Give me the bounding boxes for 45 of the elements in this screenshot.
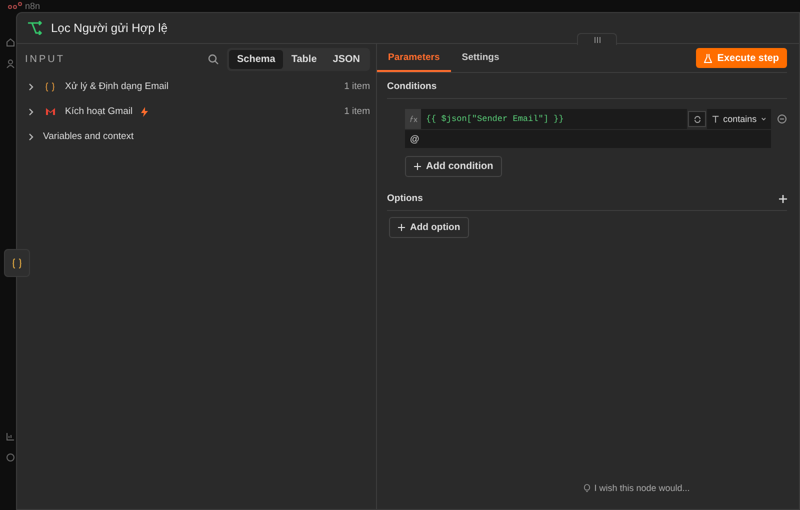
- panel-tab[interactable]: Parameters: [377, 44, 451, 72]
- help-icon[interactable]: [6, 453, 15, 462]
- logo-icon: [8, 2, 22, 10]
- braces-icon: [45, 82, 55, 92]
- feedback-link[interactable]: I wish this node would...: [594, 483, 690, 493]
- add-option-button[interactable]: Add option: [389, 217, 470, 238]
- panel-tab[interactable]: Settings: [450, 44, 510, 72]
- function-icon: [408, 115, 418, 123]
- chevron-icon[interactable]: [27, 132, 35, 140]
- swap-icon[interactable]: [694, 116, 700, 122]
- view-tab[interactable]: Table: [283, 50, 325, 68]
- item-count: 1 item: [344, 81, 370, 92]
- section-heading: Options: [387, 193, 423, 204]
- section-heading: Conditions: [387, 81, 437, 92]
- remove-icon[interactable]: [777, 114, 787, 124]
- plus-icon: [414, 163, 421, 170]
- text-type-icon: [712, 115, 720, 123]
- lightbulb-icon: [584, 484, 590, 492]
- app-logo: n8n: [25, 1, 40, 11]
- item-count: 1 item: [344, 106, 370, 117]
- node-name: Xử lý & Định dạng Email: [65, 81, 169, 92]
- braces-icon[interactable]: [12, 258, 22, 268]
- caret-icon: [760, 117, 766, 121]
- add-condition-button[interactable]: Add condition: [405, 156, 502, 177]
- home-icon[interactable]: [6, 38, 15, 47]
- drag-handle-icon[interactable]: [594, 36, 600, 42]
- mail-icon: [44, 107, 56, 116]
- value-field[interactable]: @: [405, 130, 771, 148]
- user-icon[interactable]: [6, 59, 15, 68]
- flask-icon: [704, 54, 712, 62]
- chevron-icon[interactable]: [27, 108, 35, 116]
- expression-field[interactable]: {{ $json["Sender Email"] }}: [421, 109, 687, 129]
- modal-title: Lọc Người gửi Hợp lệ: [51, 21, 168, 35]
- search-icon[interactable]: [208, 54, 220, 64]
- plus-icon: [398, 224, 405, 231]
- chevron-icon[interactable]: [27, 82, 35, 90]
- operator-dropdown[interactable]: contains: [707, 109, 771, 129]
- node-name: Kích hoạt Gmail: [65, 106, 133, 117]
- panel-heading: INPUT: [25, 54, 66, 64]
- view-tab[interactable]: JSON: [324, 50, 368, 68]
- plus-icon[interactable]: [779, 194, 787, 202]
- branch-icon: [27, 21, 43, 35]
- chart-icon[interactable]: [6, 432, 15, 441]
- group-name[interactable]: Variables and context: [43, 131, 134, 142]
- view-tab[interactable]: Schema: [229, 50, 284, 68]
